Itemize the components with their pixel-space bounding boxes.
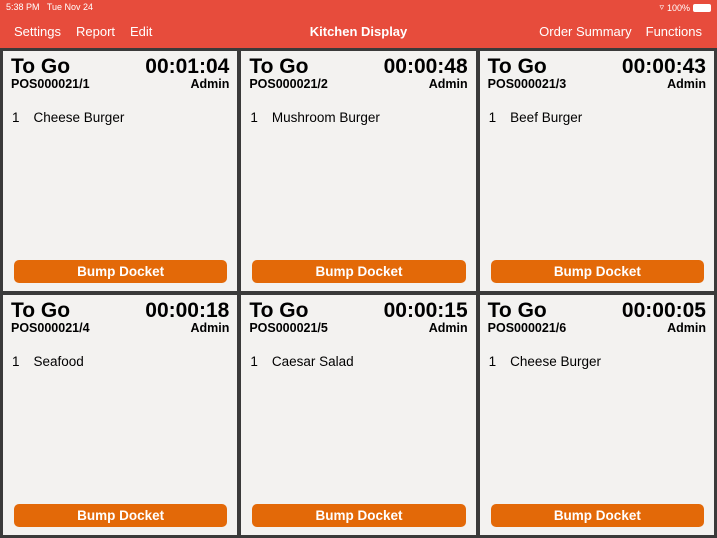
functions-button[interactable]: Functions: [646, 24, 702, 39]
docket-user: Admin: [428, 77, 468, 91]
docket-timer: 00:00:05: [621, 299, 706, 322]
time: 5:38 PM: [6, 2, 40, 12]
docket-item: 1 Beef Burger: [488, 110, 706, 125]
docket-user: Admin: [428, 321, 468, 335]
top-bar: 5:38 PM Tue Nov 24 ▿ 100% Settings Repor…: [0, 0, 717, 48]
date: Tue Nov 24: [46, 2, 94, 12]
docket-user: Admin: [190, 77, 230, 91]
order-number: POS000021/3: [487, 77, 567, 91]
order-type: To Go: [487, 55, 547, 78]
docket-item: 1 Caesar Salad: [249, 354, 467, 369]
order-type: To Go: [249, 299, 309, 322]
nav-right: Order Summary Functions: [539, 24, 702, 39]
order-summary-button[interactable]: Order Summary: [539, 24, 631, 39]
docket-user: Admin: [667, 321, 706, 335]
order-type: To Go: [249, 55, 309, 78]
docket-item: 1 Mushroom Burger: [249, 110, 467, 125]
bump-docket-button[interactable]: Bump Docket: [490, 504, 704, 527]
docket-timer: 00:01:04: [145, 55, 230, 78]
nav-left: Settings Report Edit: [14, 24, 152, 39]
item-name: Mushroom Burger: [271, 110, 380, 125]
bump-docket-button[interactable]: Bump Docket: [490, 260, 704, 283]
bump-docket-button[interactable]: Bump Docket: [14, 260, 228, 283]
status-indicators: ▿ 100%: [659, 2, 711, 13]
item-name: Beef Burger: [510, 110, 583, 125]
docket-user: Admin: [190, 321, 230, 335]
docket-timer: 00:00:48: [383, 55, 468, 78]
item-name: Seafood: [33, 354, 84, 369]
item-name: Cheese Burger: [33, 110, 125, 125]
order-type: To Go: [487, 299, 547, 322]
bump-docket-button[interactable]: Bump Docket: [252, 504, 466, 527]
bump-docket-button[interactable]: Bump Docket: [14, 504, 228, 527]
order-number: POS000021/4: [11, 321, 90, 335]
docket-user: Admin: [667, 77, 706, 91]
order-type: To Go: [11, 299, 71, 322]
item-qty: 1: [12, 354, 20, 369]
docket-card: To Go 00:00:15 POS000021/5 Admin 1 Caesar S…: [241, 295, 476, 535]
battery-icon: [693, 3, 711, 12]
docket-timer: 00:00:18: [145, 299, 230, 322]
bump-docket-button[interactable]: Bump Docket: [252, 260, 466, 283]
item-qty: 1: [488, 110, 497, 125]
edit-button[interactable]: Edit: [130, 24, 152, 39]
item-qty: 1: [12, 110, 20, 125]
status-time: 5:38 PM Tue Nov 24: [6, 2, 93, 12]
docket-card: To Go 00:00:43 POS000021/3 Admin 1 Beef Bur…: [479, 51, 714, 291]
order-number: POS000021/6: [487, 321, 567, 335]
item-qty: 1: [488, 354, 497, 369]
item-qty: 1: [250, 354, 258, 369]
item-name: Caesar Salad: [271, 354, 354, 369]
wifi-icon: ▿: [659, 2, 664, 12]
docket-timer: 00:00:15: [383, 299, 468, 322]
docket-card: To Go 00:01:04 POS000021/1 Admin 1 Cheese B…: [3, 51, 238, 291]
item-qty: 1: [250, 110, 258, 125]
order-number: POS000021/1: [11, 77, 90, 91]
report-button[interactable]: Report: [76, 24, 115, 39]
docket-timer: 00:00:43: [621, 55, 706, 78]
docket-item: 1 Cheese Burger: [11, 110, 229, 125]
order-number: POS000021/5: [249, 321, 328, 335]
battery-percent: 100%: [666, 2, 690, 13]
docket-item: 1 Seafood: [11, 354, 229, 369]
docket-card: To Go 00:00:48 POS000021/2 Admin 1 Mushroom…: [241, 51, 476, 291]
settings-button[interactable]: Settings: [14, 24, 61, 39]
docket-card: To Go 00:00:18 POS000021/4 Admin 1 Seafood …: [3, 295, 238, 535]
item-name: Cheese Burger: [510, 354, 601, 369]
docket-item: 1 Cheese Burger: [488, 354, 706, 369]
order-type: To Go: [11, 55, 71, 78]
docket-card: To Go 00:00:05 POS000021/6 Admin 1 Cheese B…: [479, 295, 714, 535]
docket-grid: To Go 00:01:04 POS000021/1 Admin 1 Cheese B…: [3, 51, 714, 535]
order-number: POS000021/2: [249, 77, 328, 91]
